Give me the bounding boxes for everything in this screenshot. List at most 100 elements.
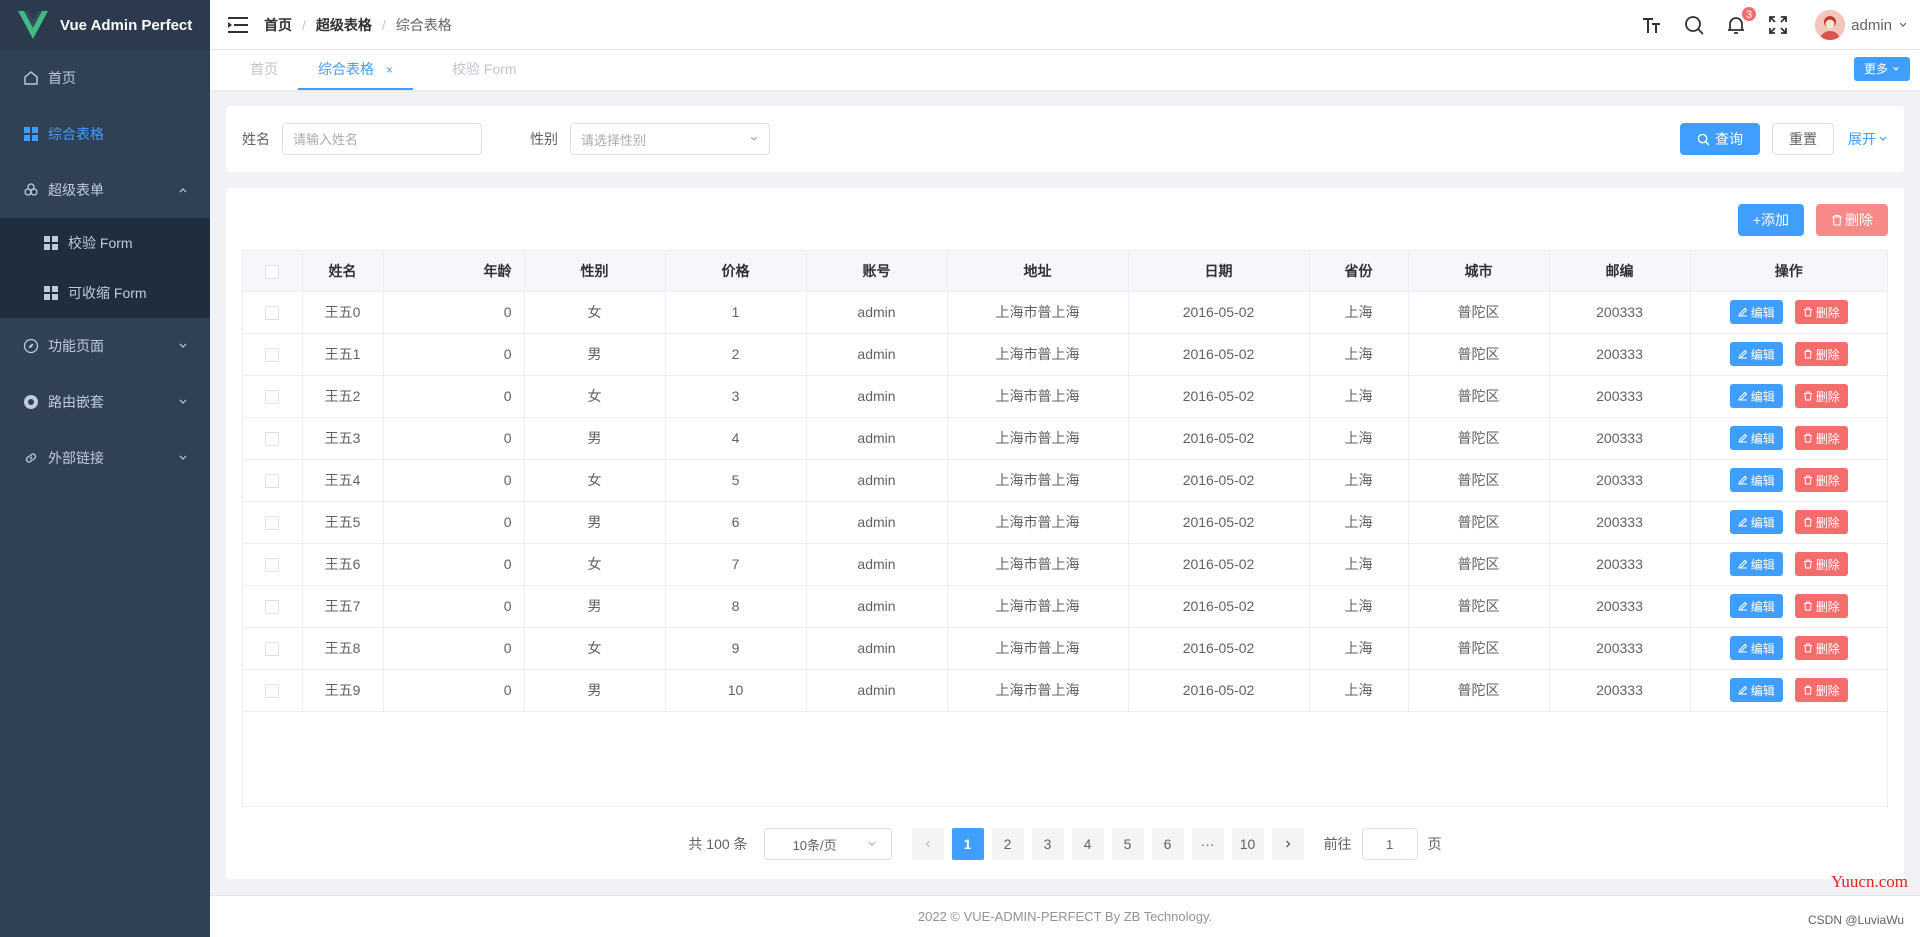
breadcrumb-super-table[interactable]: 超级表格 xyxy=(316,15,372,35)
tab-home[interactable]: 首页 xyxy=(230,50,298,90)
edit-button[interactable]: 编辑 xyxy=(1729,342,1783,366)
font-size-icon[interactable] xyxy=(1641,14,1663,36)
delete-button[interactable]: 删除 xyxy=(1794,636,1848,660)
table-row[interactable]: 王五0 0 女 1 admin 上海市普上海 2016-05-02 上海 普陀区 200333 编辑… xyxy=(243,291,1887,334)
sidebar-item-super-form[interactable]: 超级表单 xyxy=(0,162,210,218)
logo[interactable]: Vue Admin Perfect xyxy=(0,0,210,50)
avatar[interactable] xyxy=(1815,10,1846,40)
sidebar-item-validate-form[interactable]: 校验 Form xyxy=(0,218,210,268)
delete-button[interactable]: 删除 xyxy=(1794,678,1848,702)
page-button[interactable]: 1 xyxy=(951,828,984,860)
csdn-watermark: CSDN @LuviaWu xyxy=(1808,913,1904,927)
close-icon[interactable]: × xyxy=(386,51,393,89)
batch-delete-button[interactable]: 删除 xyxy=(1816,204,1888,236)
page-button[interactable]: 3 xyxy=(1031,828,1064,860)
bell-icon[interactable]: 3 xyxy=(1725,6,1758,36)
sidebar-item-collapsible-form[interactable]: 可收缩 Form xyxy=(0,268,210,318)
row-checkbox[interactable] xyxy=(265,516,280,531)
row-checkbox[interactable] xyxy=(265,306,280,321)
edit-button[interactable]: 编辑 xyxy=(1729,678,1783,702)
reset-button[interactable]: 重置 xyxy=(1772,123,1834,155)
chevron-down-icon[interactable] xyxy=(1898,20,1908,30)
username[interactable]: admin xyxy=(1851,17,1892,34)
page-size-select[interactable]: 10条/页 xyxy=(763,828,892,860)
more-pages-button[interactable]: ··· xyxy=(1191,828,1224,860)
row-checkbox[interactable] xyxy=(265,642,280,657)
cell-date: 2016-05-02 xyxy=(1128,291,1310,334)
select-all-checkbox[interactable] xyxy=(265,264,280,279)
table-header-row: 姓名 年龄 性别 价格 账号 地址 日期 省份 城市 邮编 操作 xyxy=(243,251,1887,292)
sidebar-item-nested-routes[interactable]: 路由嵌套 xyxy=(0,374,210,430)
cell-province: 上海 xyxy=(1309,333,1409,376)
row-checkbox[interactable] xyxy=(265,558,280,573)
edit-button[interactable]: 编辑 xyxy=(1729,636,1783,660)
row-checkbox[interactable] xyxy=(265,432,280,447)
sidebar-item-comprehensive-table[interactable]: 综合表格 xyxy=(0,106,210,162)
row-checkbox[interactable] xyxy=(265,348,280,363)
delete-button[interactable]: 删除 xyxy=(1794,342,1848,366)
expand-button[interactable]: 展开 xyxy=(1842,129,1894,149)
delete-button[interactable]: 删除 xyxy=(1794,426,1848,450)
table-row[interactable]: 王五3 0 男 4 admin 上海市普上海 2016-05-02 上海 普陀区 200333 编辑… xyxy=(243,417,1887,460)
table-row[interactable]: 王五1 0 男 2 admin 上海市普上海 2016-05-02 上海 普陀区 200333 编辑… xyxy=(243,333,1887,376)
edit-button[interactable]: 编辑 xyxy=(1729,510,1783,534)
row-checkbox[interactable] xyxy=(265,600,280,615)
add-button[interactable]: +添加 xyxy=(1737,204,1804,236)
sidebar-item-feature-pages[interactable]: 功能页面 xyxy=(0,318,210,374)
table-row[interactable]: 王五7 0 男 8 admin 上海市普上海 2016-05-02 上海 普陀区 200333 编辑… xyxy=(243,585,1887,628)
table-row[interactable]: 王五4 0 女 5 admin 上海市普上海 2016-05-02 上海 普陀区 200333 编辑… xyxy=(243,459,1887,502)
trash-icon xyxy=(1803,349,1812,359)
expand-label: 展开 xyxy=(1848,131,1876,147)
cell-account: admin xyxy=(806,333,948,376)
edit-button[interactable]: 编辑 xyxy=(1729,426,1783,450)
gender-select[interactable]: 请选择性别 xyxy=(570,123,770,155)
page-button[interactable]: 6 xyxy=(1151,828,1184,860)
sidebar-item-external-links[interactable]: 外部链接 xyxy=(0,430,210,486)
menu-fold-icon[interactable] xyxy=(228,16,248,34)
table-row[interactable]: 王五2 0 女 3 admin 上海市普上海 2016-05-02 上海 普陀区 200333 编辑… xyxy=(243,375,1887,418)
goto-page-input[interactable] xyxy=(1361,828,1418,860)
query-button[interactable]: 查询 xyxy=(1680,123,1760,155)
table-row[interactable]: 王五5 0 男 6 admin 上海市普上海 2016-05-02 上海 普陀区 200333 编辑… xyxy=(243,501,1887,544)
column-header: 年龄 xyxy=(383,251,525,292)
delete-button[interactable]: 删除 xyxy=(1794,384,1848,408)
edit-label: 编辑 xyxy=(1750,347,1775,362)
delete-button[interactable]: 删除 xyxy=(1794,510,1848,534)
delete-button[interactable]: 删除 xyxy=(1794,300,1848,324)
table-row[interactable]: 王五8 0 女 9 admin 上海市普上海 2016-05-02 上海 普陀区 200333 编辑… xyxy=(243,627,1887,670)
sidebar-item-home[interactable]: 首页 xyxy=(0,50,210,106)
breadcrumb-home[interactable]: 首页 xyxy=(264,15,292,35)
edit-icon xyxy=(1738,517,1747,527)
delete-button[interactable]: 删除 xyxy=(1794,594,1848,618)
next-page-button[interactable] xyxy=(1271,828,1304,860)
search-icon[interactable] xyxy=(1683,14,1705,36)
tab-comprehensive-table[interactable]: 综合表格 × xyxy=(298,50,413,90)
page-jump: 前往 页 xyxy=(1324,828,1442,860)
page-button[interactable]: 4 xyxy=(1071,828,1104,860)
cell-zip: 200333 xyxy=(1549,585,1691,628)
more-button[interactable]: 更多 xyxy=(1853,57,1910,81)
cell-address: 上海市普上海 xyxy=(947,375,1129,418)
delete-button[interactable]: 删除 xyxy=(1794,552,1848,576)
page-button[interactable]: 2 xyxy=(991,828,1024,860)
table-row[interactable]: 王五9 0 男 10 admin 上海市普上海 2016-05-02 上海 普陀区 200333 编… xyxy=(243,669,1887,712)
edit-button[interactable]: 编辑 xyxy=(1729,468,1783,492)
fullscreen-icon[interactable] xyxy=(1767,14,1789,36)
edit-button[interactable]: 编辑 xyxy=(1729,552,1783,576)
edit-button[interactable]: 编辑 xyxy=(1729,300,1783,324)
row-checkbox[interactable] xyxy=(265,474,280,489)
name-input[interactable] xyxy=(282,123,482,155)
row-checkbox[interactable] xyxy=(265,390,280,405)
edit-button[interactable]: 编辑 xyxy=(1729,384,1783,408)
tab-validate-form[interactable]: 校验 Form xyxy=(432,50,537,90)
row-checkbox[interactable] xyxy=(265,684,280,699)
page-button[interactable]: 5 xyxy=(1111,828,1144,860)
prev-page-button[interactable] xyxy=(911,828,944,860)
search-buttons: 查询 重置 展开 xyxy=(1680,123,1894,155)
cell-gender: 女 xyxy=(524,627,666,670)
edit-label: 编辑 xyxy=(1750,389,1775,404)
edit-button[interactable]: 编辑 xyxy=(1729,594,1783,618)
page-button[interactable]: 10 xyxy=(1231,828,1264,860)
table-row[interactable]: 王五6 0 女 7 admin 上海市普上海 2016-05-02 上海 普陀区 200333 编辑… xyxy=(243,543,1887,586)
delete-button[interactable]: 删除 xyxy=(1794,468,1848,492)
